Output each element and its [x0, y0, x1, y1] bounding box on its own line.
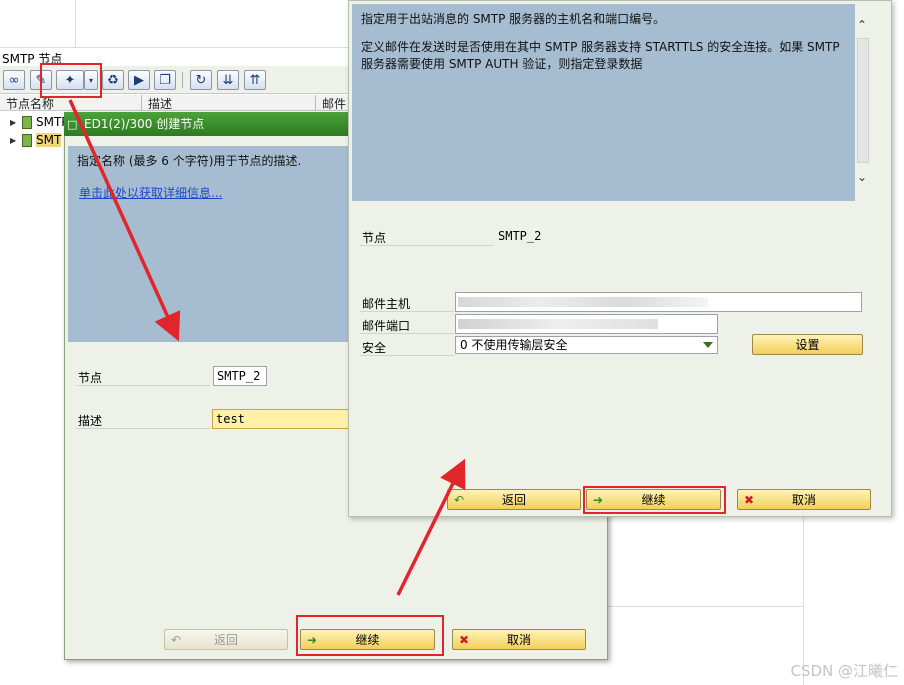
- watermark: CSDN @江曦仁: [790, 662, 898, 680]
- arrow-to-smtp: [396, 458, 466, 596]
- annotation-arrows: [68, 99, 466, 596]
- arrow-to-info: [68, 99, 181, 342]
